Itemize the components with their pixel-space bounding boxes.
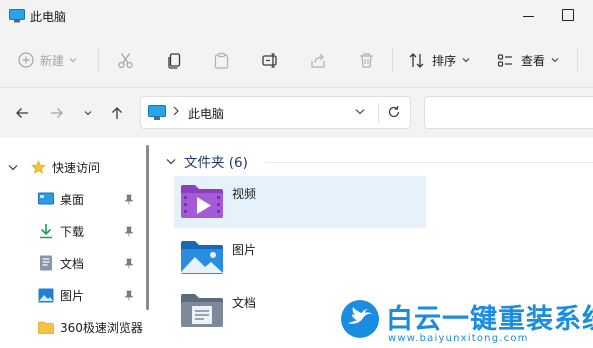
clipboard-icon bbox=[214, 52, 229, 69]
document-icon bbox=[38, 255, 54, 271]
maximize-button[interactable] bbox=[562, 9, 574, 21]
rename-icon bbox=[262, 52, 277, 68]
view-button[interactable]: 查看 bbox=[497, 44, 559, 76]
documents-folder-icon bbox=[181, 294, 223, 327]
navigation-scrollbar[interactable] bbox=[146, 145, 149, 310]
nav-label: 图片 bbox=[60, 288, 85, 303]
sort-arrows-icon bbox=[409, 52, 424, 68]
delete-button[interactable] bbox=[358, 44, 375, 76]
nav-item-desktop[interactable]: 桌面 bbox=[38, 185, 84, 213]
folder-icon bbox=[38, 319, 54, 335]
pin-icon[interactable] bbox=[124, 194, 134, 205]
copy-button[interactable] bbox=[166, 44, 183, 76]
nav-item-360-browser[interactable]: 360极速浏览器 bbox=[38, 313, 143, 341]
computer-icon bbox=[9, 9, 25, 23]
pin-icon[interactable] bbox=[124, 226, 134, 237]
videos-folder-icon bbox=[181, 185, 223, 218]
minimize-button[interactable] bbox=[520, 8, 540, 24]
folder-name: 视频 bbox=[232, 187, 257, 201]
back-button[interactable] bbox=[12, 103, 32, 123]
nav-item-pictures[interactable]: 图片 bbox=[38, 281, 84, 309]
arrow-right-icon bbox=[51, 108, 63, 118]
share-icon bbox=[311, 53, 325, 68]
chevron-down-icon bbox=[69, 58, 77, 63]
rename-button[interactable] bbox=[262, 44, 279, 76]
address-bar[interactable]: 此电脑 bbox=[140, 96, 411, 129]
chevron-down-icon bbox=[462, 58, 470, 63]
folders-group-header[interactable]: 文件夹 (6) bbox=[166, 151, 248, 171]
trash-icon bbox=[360, 52, 373, 68]
scissors-icon bbox=[118, 52, 133, 68]
folder-name: 文档 bbox=[232, 296, 257, 310]
arrow-up-icon bbox=[112, 107, 122, 119]
chevron-down-icon[interactable] bbox=[355, 108, 365, 115]
toolbar-divider bbox=[392, 48, 393, 72]
plus-circle-icon bbox=[18, 52, 34, 68]
paste-button[interactable] bbox=[213, 44, 230, 76]
refresh-icon[interactable] bbox=[387, 105, 401, 119]
toolbar-divider bbox=[98, 48, 99, 72]
chevron-down-icon bbox=[551, 58, 559, 63]
computer-icon bbox=[148, 105, 166, 120]
command-bar: 新建 排序 查看 bbox=[0, 32, 593, 88]
bird-logo-icon bbox=[341, 300, 379, 338]
sort-label: 排序 bbox=[432, 53, 457, 68]
new-label: 新建 bbox=[40, 53, 65, 68]
folder-item-pictures[interactable]: 图片 bbox=[174, 232, 426, 284]
folder-item-videos[interactable]: 视频 bbox=[174, 176, 426, 228]
address-path: 此电脑 bbox=[188, 107, 225, 121]
address-divider bbox=[378, 103, 379, 123]
desktop-icon bbox=[38, 191, 54, 207]
window-title: 此电脑 bbox=[30, 10, 67, 24]
new-button[interactable]: 新建 bbox=[18, 44, 77, 76]
view-label: 查看 bbox=[521, 53, 546, 68]
pictures-folder-icon bbox=[181, 241, 223, 274]
pin-icon[interactable] bbox=[124, 290, 134, 301]
nav-item-documents[interactable]: 文档 bbox=[38, 249, 84, 277]
group-header-label: 文件夹 (6) bbox=[184, 155, 248, 171]
watermark-title: 白云一键重装系统 bbox=[386, 304, 593, 335]
arrow-left-icon bbox=[16, 108, 28, 118]
toolbar-divider bbox=[577, 48, 578, 72]
copy-icon bbox=[168, 52, 181, 69]
chevron-down-icon bbox=[166, 158, 176, 164]
chevron-down-icon bbox=[84, 111, 92, 116]
view-list-icon bbox=[497, 53, 512, 67]
nav-label: 文档 bbox=[60, 256, 85, 271]
nav-quick-access[interactable]: 快速访问 bbox=[8, 153, 100, 181]
sort-button[interactable]: 排序 bbox=[408, 44, 470, 76]
cut-button[interactable] bbox=[117, 44, 134, 76]
nav-label: 快速访问 bbox=[52, 160, 101, 175]
chevron-right-icon bbox=[173, 106, 179, 116]
folder-name: 图片 bbox=[232, 243, 257, 257]
watermark-url: www.baiyunxitong.com bbox=[388, 333, 529, 344]
pin-icon[interactable] bbox=[124, 258, 134, 269]
star-icon bbox=[30, 159, 46, 175]
nav-label: 360极速浏览器 bbox=[60, 320, 143, 335]
chevron-down-icon bbox=[8, 164, 18, 170]
share-button[interactable] bbox=[310, 44, 327, 76]
group-divider bbox=[265, 162, 593, 163]
forward-button[interactable] bbox=[47, 103, 67, 123]
watermark: 白云一键重装系统 www.baiyunxitong.com bbox=[340, 297, 593, 348]
title-bar: 此电脑 bbox=[0, 0, 593, 32]
up-button[interactable] bbox=[107, 103, 127, 123]
search-input[interactable] bbox=[424, 96, 593, 129]
nav-label: 桌面 bbox=[60, 192, 85, 207]
nav-label: 下载 bbox=[60, 224, 85, 239]
pictures-icon bbox=[38, 287, 54, 303]
recent-locations-button[interactable] bbox=[78, 103, 98, 123]
nav-item-downloads[interactable]: 下载 bbox=[38, 217, 84, 245]
download-icon bbox=[38, 223, 54, 239]
